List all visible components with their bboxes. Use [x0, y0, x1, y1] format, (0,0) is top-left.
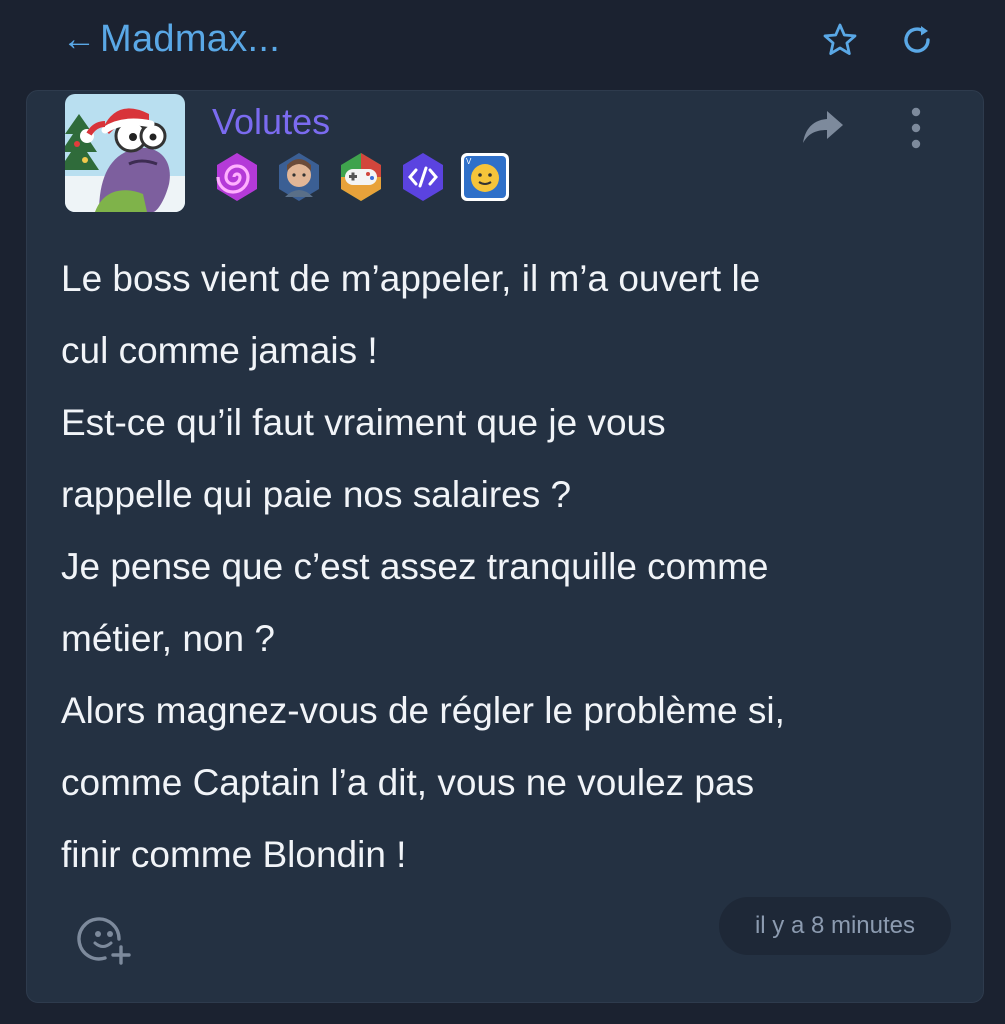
arrow-left-icon: ← — [62, 20, 96, 58]
smiley-card-badge[interactable]: V — [459, 151, 511, 203]
message-body: Le boss vient de m’appeler, il m’a ouver… — [61, 243, 961, 891]
message-line: Est-ce qu’il faut vraiment que je vous — [61, 402, 666, 443]
badge-list: V — [211, 151, 511, 203]
message-line: rappelle qui paie nos salaires ? — [61, 474, 572, 515]
message-line: Alors magnez-vous de régler le problème … — [61, 690, 785, 731]
refresh-icon[interactable] — [897, 20, 937, 60]
share-icon[interactable] — [799, 105, 847, 149]
conversation-title: Madmax... — [100, 17, 281, 60]
avatar[interactable] — [65, 94, 185, 212]
svg-text:V: V — [466, 157, 472, 166]
message-card: Volutes V Le boss vient de m’appeler, il… — [26, 90, 984, 1003]
add-reaction-icon[interactable] — [75, 909, 135, 969]
code-badge[interactable] — [397, 151, 449, 203]
spiral-badge[interactable] — [211, 151, 263, 203]
top-bar: ← Madmax... — [0, 0, 1005, 82]
message-line: comme Captain l’a dit, vous ne voulez pa… — [61, 762, 755, 803]
star-icon[interactable] — [820, 20, 860, 60]
author-name[interactable]: Volutes — [212, 101, 330, 143]
timestamp-badge: il y a 8 minutes — [719, 897, 951, 955]
gamepad-badge[interactable] — [335, 151, 387, 203]
message-line: Le boss vient de m’appeler, il m’a ouver… — [61, 258, 761, 299]
message-line: finir comme Blondin ! — [61, 834, 407, 875]
message-line: Je pense que c’est assez tranquille comm… — [61, 546, 769, 587]
portrait-badge[interactable] — [273, 151, 325, 203]
back-button[interactable]: ← Madmax... — [62, 14, 280, 64]
message-line: métier, non ? — [61, 618, 275, 659]
message-line: cul comme jamais ! — [61, 330, 378, 371]
more-options-icon[interactable] — [901, 103, 931, 153]
